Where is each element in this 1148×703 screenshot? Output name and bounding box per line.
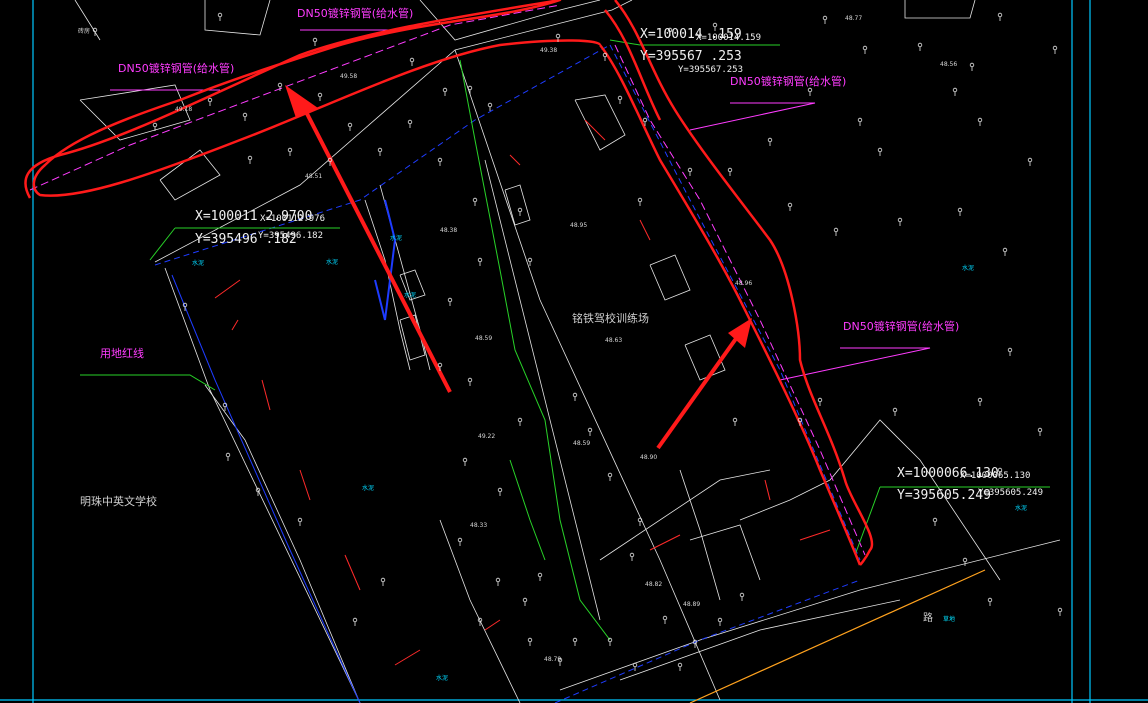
- drawing-background: [0, 0, 1148, 703]
- redline-label: 用地红线: [100, 346, 144, 360]
- cyan-marker-label: 水泥: [962, 264, 974, 272]
- grass-label: 草地: [943, 615, 955, 623]
- elevation-label: 48.56: [940, 61, 957, 68]
- elevation-label: 48.89: [683, 601, 700, 608]
- elevation-label: 48.90: [640, 454, 657, 461]
- elevation-label: 48.95: [570, 222, 587, 229]
- building-label: 砖房: [78, 27, 90, 35]
- cyan-marker-label: 水泥: [404, 291, 416, 299]
- elevation-label: 49.18: [175, 106, 192, 113]
- elevation-label: 49.38: [540, 47, 557, 54]
- cyan-marker-label: 水泥: [326, 258, 338, 266]
- elevation-label: 48.38: [440, 227, 457, 234]
- cyan-marker-label: 水泥: [192, 259, 204, 267]
- coord-bottom-right-x-small: X=1000065.130: [960, 471, 1030, 481]
- elevation-label: 48.63: [605, 337, 622, 344]
- cyan-marker-label: 水泥: [436, 674, 448, 682]
- cad-drawing-canvas[interactable]: DN50镀锌钢管(给水管) DN50镀锌钢管(给水管) DN50镀锌钢管(给水管…: [0, 0, 1148, 703]
- coord-bottom-right-y: Y=395605.249: [897, 488, 991, 503]
- coord-top-right-y-small: Y=395567.253: [678, 65, 743, 75]
- coord-top-right-x-small: X=100014.159: [696, 33, 761, 43]
- coord-top-right-y: Y=395567 .253: [640, 49, 742, 64]
- site-name-label: 铭铁驾校训练场: [572, 311, 649, 325]
- coord-left-x-small: X=100112.976: [260, 214, 325, 224]
- pipe-label-right-middle: DN50镀锌钢管(给水管): [843, 319, 959, 333]
- elevation-label: 48.79: [544, 656, 561, 663]
- pipe-label-top-left: DN50镀锌钢管(给水管): [118, 61, 234, 75]
- elevation-label: 49.58: [340, 73, 357, 80]
- cyan-marker-label: 水泥: [390, 234, 402, 242]
- elevation-label: 48.59: [475, 335, 492, 342]
- elevation-label: 48.96: [735, 280, 752, 287]
- school-name-label: 明珠中英文学校: [80, 494, 157, 508]
- elevation-label: 48.77: [845, 15, 862, 22]
- cyan-marker-label: 水泥: [362, 484, 374, 492]
- elevation-label: 49.22: [478, 433, 495, 440]
- coord-bottom-right-y-small: Y=395605.249: [978, 488, 1043, 498]
- pipe-label-top-center: DN50镀锌钢管(给水管): [297, 6, 413, 20]
- elevation-label: 48.59: [573, 440, 590, 447]
- elevation-label: 48.82: [645, 581, 662, 588]
- coord-left-y-small: Y=395496.182: [258, 231, 323, 241]
- road-label: 路: [923, 611, 933, 624]
- cyan-marker-label: 水泥: [1015, 504, 1027, 512]
- elevation-label: 48.33: [470, 522, 487, 529]
- pipe-label-right-upper: DN50镀锌钢管(给水管): [730, 74, 846, 88]
- elevation-label: 48.51: [305, 173, 322, 180]
